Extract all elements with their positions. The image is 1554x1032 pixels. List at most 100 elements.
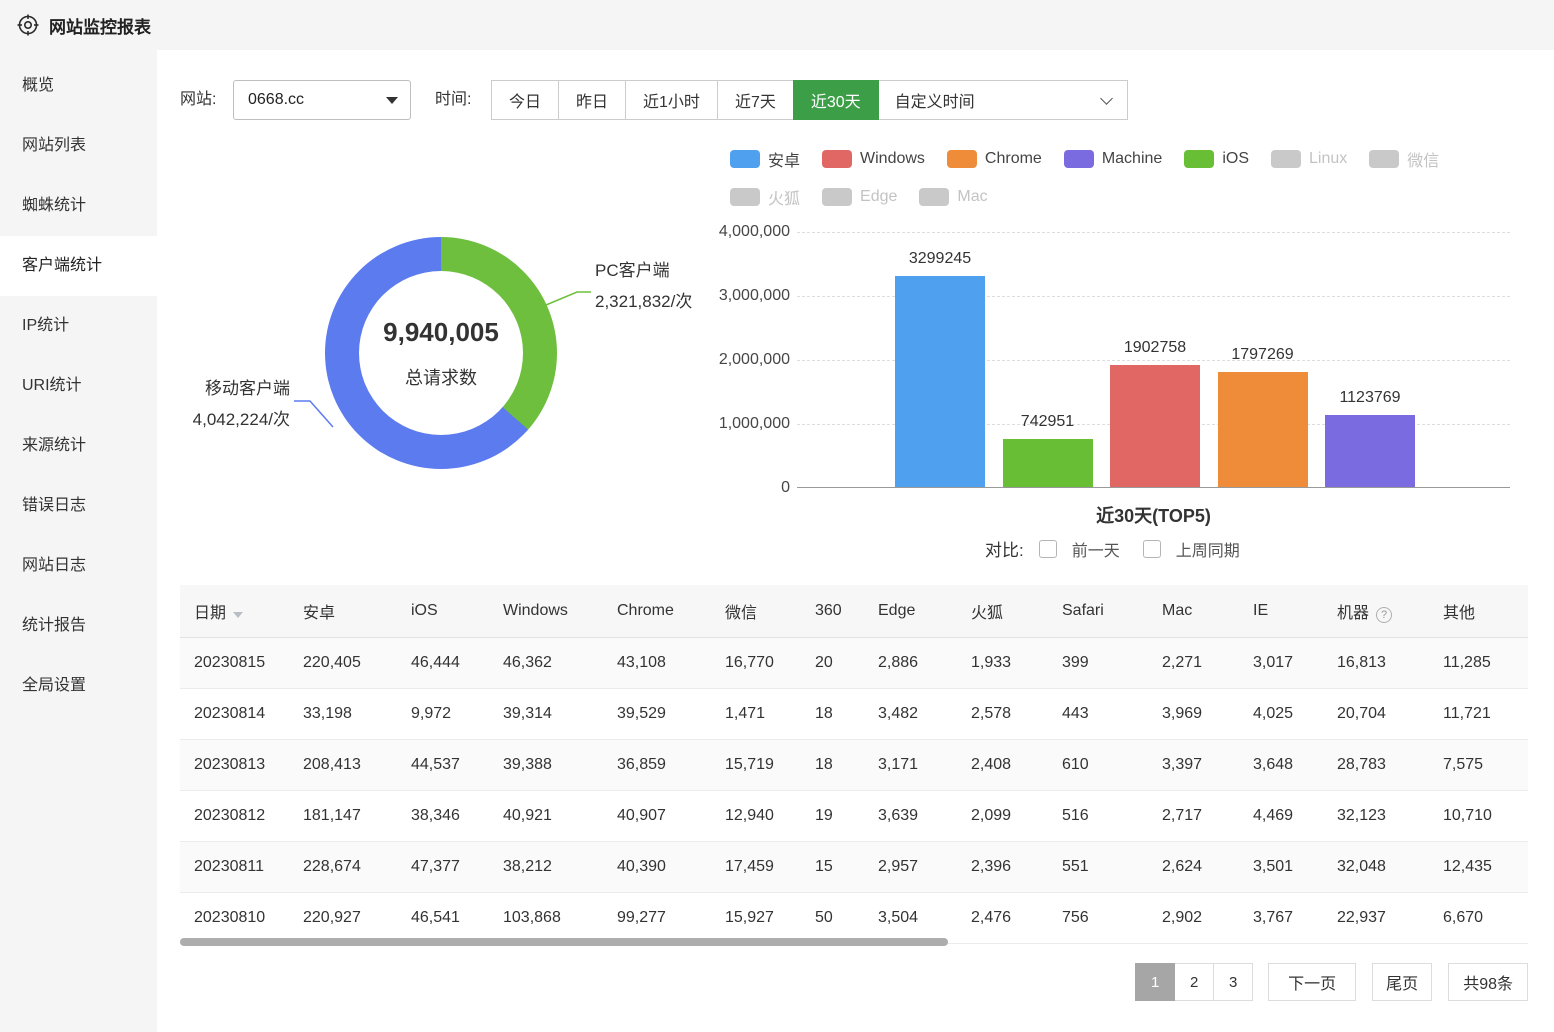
total-requests-label: 总请求数 (405, 364, 477, 390)
table-cell: 2,396 (957, 841, 1048, 892)
page-button-1[interactable]: 1 (1135, 963, 1175, 1001)
column-header-label: 机器 (1337, 605, 1369, 622)
table-header-row: 日期安卓iOSWindowsChrome微信360Edge火狐SafariMac… (180, 585, 1528, 637)
legend-item[interactable]: 火狐 (730, 185, 800, 209)
monitor-logo-icon (16, 13, 40, 37)
table-cell: 99,277 (603, 892, 711, 943)
legend-item[interactable]: Machine (1064, 147, 1162, 171)
column-header[interactable]: 日期 (180, 585, 289, 637)
legend-item[interactable]: 微信 (1369, 147, 1439, 171)
next-page-button[interactable]: 下一页 (1268, 963, 1356, 1001)
table-cell: 16,770 (711, 637, 801, 688)
total-count-label: 共98条 (1448, 963, 1528, 1001)
gridline (797, 232, 1510, 233)
column-header-label: iOS (411, 602, 438, 619)
main-content: 网站: 0668.cc 时间: 今日昨日近1小时近7天近30天 自定义时间 9,… (157, 50, 1554, 1032)
legend-item[interactable]: iOS (1184, 147, 1249, 171)
table-cell: 2,717 (1148, 790, 1239, 841)
sidebar-item[interactable]: 网站日志 (0, 536, 157, 596)
help-icon[interactable]: ? (1376, 607, 1392, 623)
table-cell: 220,405 (289, 637, 397, 688)
mobile-client-label: 移动客户端 (157, 380, 290, 397)
compare-checkbox[interactable] (1039, 540, 1057, 558)
page-button-2[interactable]: 2 (1174, 963, 1214, 1001)
sort-descending-icon[interactable] (233, 612, 243, 618)
column-header: IE (1239, 585, 1323, 637)
last-page-button[interactable]: 尾页 (1372, 963, 1432, 1001)
table-cell: 3,767 (1239, 892, 1323, 943)
sidebar-item[interactable]: URI统计 (0, 356, 157, 416)
sidebar-item[interactable]: 客户端统计 (0, 236, 157, 296)
bar-value-label: 1797269 (1198, 346, 1328, 364)
legend-label: Linux (1309, 150, 1347, 168)
legend-item[interactable]: Mac (919, 185, 987, 209)
y-axis-tick-label: 1,000,000 (719, 415, 790, 433)
compare-checkbox[interactable] (1143, 540, 1161, 558)
table-row: 20230815220,40546,44446,36243,10816,7702… (180, 637, 1528, 688)
legend-swatch (947, 150, 977, 168)
compare-label: 对比: (985, 536, 1024, 561)
horizontal-scrollbar-thumb[interactable] (180, 938, 948, 946)
time-range-button[interactable]: 近30天 (793, 80, 879, 120)
bar-plot: 3299245742951190275817972691123769 (797, 232, 1510, 488)
sidebar-item[interactable]: 错误日志 (0, 476, 157, 536)
legend-item[interactable]: Edge (822, 185, 897, 209)
table-cell: 10,710 (1429, 790, 1528, 841)
legend-item[interactable]: Linux (1271, 147, 1347, 171)
legend-swatch (919, 188, 949, 206)
pc-client-label-group: PC客户端 2,321,832/次 (595, 262, 692, 310)
table-cell: 38,212 (489, 841, 603, 892)
time-range-button[interactable]: 昨日 (558, 80, 626, 120)
legend-item[interactable]: Windows (822, 147, 925, 171)
table-cell: 28,783 (1323, 739, 1429, 790)
legend-label: Edge (860, 188, 897, 206)
table-cell: 3,639 (864, 790, 957, 841)
column-header-label: Safari (1062, 602, 1104, 619)
legend-label: 微信 (1407, 147, 1439, 171)
bar-value-label: 742951 (983, 413, 1113, 431)
table-cell: 11,721 (1429, 688, 1528, 739)
legend-swatch (730, 150, 760, 168)
time-range-button[interactable]: 近7天 (717, 80, 794, 120)
filter-bar: 网站: 0668.cc 时间: 今日昨日近1小时近7天近30天 自定义时间 (157, 80, 1554, 120)
table-cell: 1,471 (711, 688, 801, 739)
legend-item[interactable]: Chrome (947, 147, 1042, 171)
time-range-button[interactable]: 今日 (491, 80, 559, 120)
pagination-pages: 123 (1136, 963, 1253, 1001)
table-row: 20230810220,92746,541103,86899,27715,927… (180, 892, 1528, 943)
table-cell: 39,314 (489, 688, 603, 739)
table-cell: 7,575 (1429, 739, 1528, 790)
y-axis-tick-label: 0 (781, 479, 790, 497)
table-row: 20230811228,67447,37738,21240,39017,4591… (180, 841, 1528, 892)
y-axis-tick-label: 3,000,000 (719, 287, 790, 305)
sidebar-menu: 概览网站列表蜘蛛统计客户端统计IP统计URI统计来源统计错误日志网站日志统计报告… (0, 56, 157, 716)
table-cell: 22,937 (1323, 892, 1429, 943)
table-cell: 46,541 (397, 892, 489, 943)
page-button-3[interactable]: 3 (1213, 963, 1253, 1001)
sidebar-item[interactable]: 统计报告 (0, 596, 157, 656)
target-icon (16, 13, 40, 37)
table-cell: 38,346 (397, 790, 489, 841)
table-cell: 16,813 (1323, 637, 1429, 688)
time-range-button[interactable]: 近1小时 (625, 80, 718, 120)
pc-client-label: PC客户端 (595, 262, 692, 279)
site-select[interactable]: 0668.cc (233, 80, 411, 120)
sidebar-item[interactable]: 蜘蛛统计 (0, 176, 157, 236)
page: 网站监控报表 概览网站列表蜘蛛统计客户端统计IP统计URI统计来源统计错误日志网… (0, 0, 1554, 1032)
table-cell: 50 (801, 892, 864, 943)
pc-leader-line (546, 292, 591, 305)
legend-label: iOS (1222, 150, 1249, 168)
table-cell: 36,859 (603, 739, 711, 790)
legend-item[interactable]: 安卓 (730, 147, 800, 171)
sidebar-item[interactable]: 概览 (0, 56, 157, 116)
sidebar-item[interactable]: 来源统计 (0, 416, 157, 476)
pagination: 123 下一页 尾页 共98条 (1136, 963, 1528, 1001)
bar (1003, 439, 1093, 487)
table-cell: 20230812 (180, 790, 289, 841)
table-row: 20230812181,14738,34640,92140,90712,9401… (180, 790, 1528, 841)
sidebar-item[interactable]: IP统计 (0, 296, 157, 356)
sidebar-item[interactable]: 全局设置 (0, 656, 157, 716)
table-cell: 3,648 (1239, 739, 1323, 790)
custom-time-select[interactable]: 自定义时间 (878, 80, 1128, 120)
sidebar-item[interactable]: 网站列表 (0, 116, 157, 176)
